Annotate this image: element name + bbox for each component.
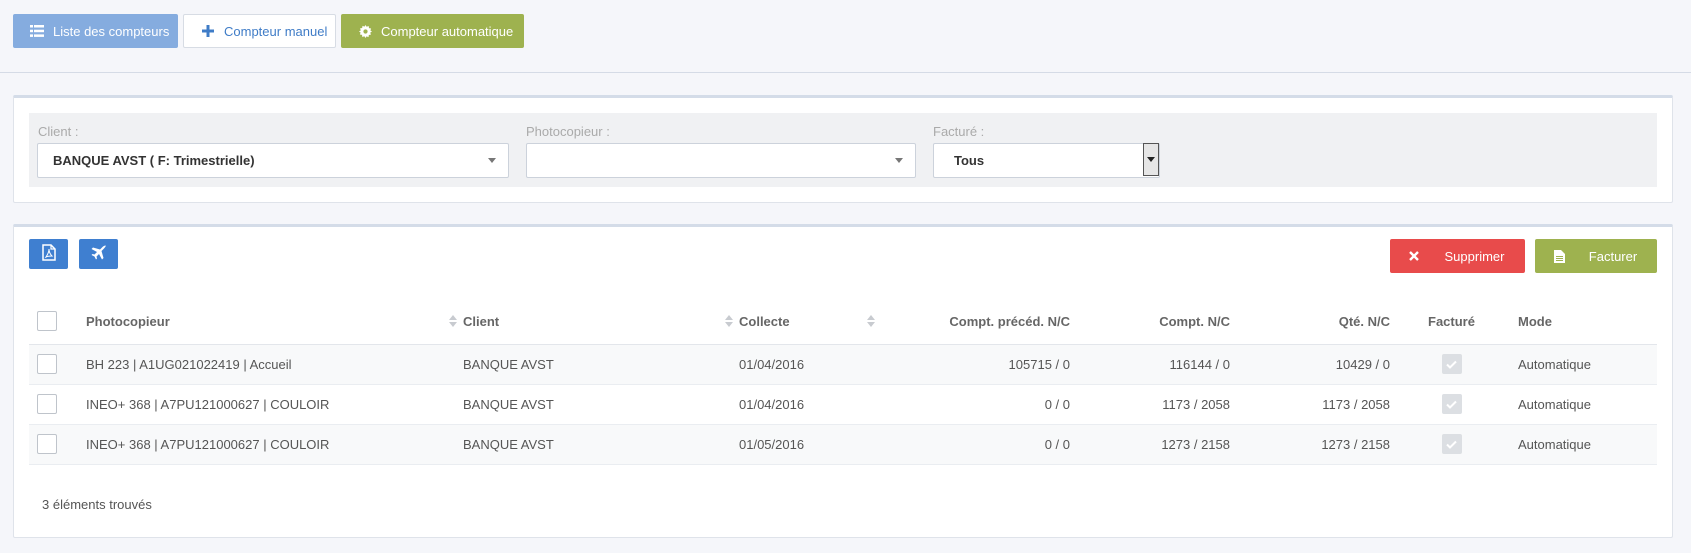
gear-icon bbox=[357, 23, 373, 39]
cell-qte: 1273 / 2158 bbox=[1238, 424, 1398, 465]
chevron-down-icon bbox=[488, 158, 496, 163]
cell-compt: 116144 / 0 bbox=[1078, 344, 1238, 385]
cell-facture bbox=[1398, 384, 1505, 425]
supprimer-label: Supprimer bbox=[1444, 249, 1505, 264]
table-row: INEO+ 368 | A7PU121000627 | COULOIR BANQ… bbox=[29, 384, 1657, 425]
list-icon bbox=[29, 23, 45, 39]
compteur-automatique-button[interactable]: Compteur automatique bbox=[341, 14, 524, 48]
header-qte: Qté. N/C bbox=[1238, 299, 1398, 345]
cell-photocopieur: BH 223 | A1UG021022419 | Accueil bbox=[86, 344, 463, 385]
client-select[interactable]: BANQUE AVST ( F: Trimestrielle) bbox=[37, 143, 509, 178]
dropdown-arrow-icon[interactable] bbox=[1143, 143, 1159, 176]
row-checkbox[interactable] bbox=[37, 354, 57, 374]
filter-bar: Client : BANQUE AVST ( F: Trimestrielle)… bbox=[29, 113, 1657, 187]
sort-icon[interactable] bbox=[867, 315, 875, 329]
client-filter-label: Client : bbox=[38, 124, 79, 139]
liste-compteurs-button[interactable]: Liste des compteurs bbox=[13, 14, 178, 48]
facture-select-value: Tous bbox=[954, 153, 985, 168]
liste-compteurs-label: Liste des compteurs bbox=[53, 23, 170, 39]
facture-checkbox bbox=[1441, 434, 1462, 454]
cell-mode: Automatique bbox=[1505, 384, 1657, 425]
cell-facture bbox=[1398, 344, 1505, 385]
compteurs-list-panel: Supprimer Facturer Photocopieur Client C… bbox=[13, 224, 1673, 538]
cell-client: BANQUE AVST bbox=[463, 424, 739, 465]
top-toolbar: Liste des compteurs Compteur manuel Comp… bbox=[0, 0, 1691, 73]
table-row: BH 223 | A1UG021022419 | Accueil BANQUE … bbox=[29, 344, 1657, 385]
facture-filter-label: Facturé : bbox=[933, 124, 985, 139]
results-count: 3 éléments trouvés bbox=[42, 497, 152, 512]
header-compt: Compt. N/C bbox=[1078, 299, 1238, 345]
row-checkbox[interactable] bbox=[37, 434, 57, 454]
document-icon bbox=[1551, 248, 1567, 264]
facture-select[interactable]: Tous bbox=[933, 143, 1160, 178]
table-header-row: Photocopieur Client Collecte Compt. préc… bbox=[29, 299, 1657, 345]
cell-mode: Automatique bbox=[1505, 344, 1657, 385]
facture-checkbox bbox=[1441, 354, 1462, 374]
cell-client: BANQUE AVST bbox=[463, 344, 739, 385]
table-row: INEO+ 368 | A7PU121000627 | COULOIR BANQ… bbox=[29, 424, 1657, 465]
chevron-down-icon bbox=[895, 158, 903, 163]
header-client-label: Client bbox=[463, 313, 500, 329]
cell-client: BANQUE AVST bbox=[463, 384, 739, 425]
header-collecte[interactable]: Collecte bbox=[739, 299, 881, 345]
sort-icon[interactable] bbox=[725, 315, 733, 329]
client-select-value: BANQUE AVST ( F: Trimestrielle) bbox=[53, 153, 255, 168]
header-photocopieur[interactable]: Photocopieur bbox=[86, 299, 463, 345]
facturer-label: Facturer bbox=[1588, 249, 1638, 264]
row-select-cell bbox=[29, 384, 86, 425]
sort-icon[interactable] bbox=[449, 315, 457, 329]
close-icon bbox=[1406, 248, 1422, 264]
header-client[interactable]: Client bbox=[463, 299, 739, 345]
cell-photocopieur: INEO+ 368 | A7PU121000627 | COULOIR bbox=[86, 384, 463, 425]
plane-icon bbox=[91, 244, 107, 264]
plus-icon bbox=[200, 23, 216, 39]
cell-compt: 1273 / 2158 bbox=[1078, 424, 1238, 465]
cell-compt-preced: 105715 / 0 bbox=[881, 344, 1078, 385]
facture-checkbox bbox=[1441, 394, 1462, 414]
row-select-cell bbox=[29, 344, 86, 385]
facturer-button[interactable]: Facturer bbox=[1535, 239, 1657, 273]
select-all-cell bbox=[29, 299, 86, 345]
cell-qte: 1173 / 2058 bbox=[1238, 384, 1398, 425]
header-photocopieur-label: Photocopieur bbox=[86, 313, 170, 329]
pdf-file-icon bbox=[41, 244, 56, 264]
select-all-checkbox[interactable] bbox=[37, 311, 57, 332]
photocopieur-select[interactable] bbox=[526, 143, 916, 178]
compteurs-table: Photocopieur Client Collecte Compt. préc… bbox=[29, 299, 1657, 465]
header-facture: Facturé bbox=[1398, 299, 1505, 345]
cell-collecte: 01/04/2016 bbox=[739, 384, 881, 425]
cell-facture bbox=[1398, 424, 1505, 465]
compteur-manuel-button[interactable]: Compteur manuel bbox=[183, 14, 336, 48]
compteur-automatique-label: Compteur automatique bbox=[381, 23, 514, 39]
cell-mode: Automatique bbox=[1505, 424, 1657, 465]
photocopieur-filter-label: Photocopieur : bbox=[526, 124, 610, 139]
cell-photocopieur: INEO+ 368 | A7PU121000627 | COULOIR bbox=[86, 424, 463, 465]
header-mode: Mode bbox=[1505, 299, 1657, 345]
send-button[interactable] bbox=[79, 239, 118, 269]
row-checkbox[interactable] bbox=[37, 394, 57, 414]
cell-qte: 10429 / 0 bbox=[1238, 344, 1398, 385]
header-compt-preced: Compt. précéd. N/C bbox=[881, 299, 1078, 345]
cell-compt: 1173 / 2058 bbox=[1078, 384, 1238, 425]
cell-compt-preced: 0 / 0 bbox=[881, 424, 1078, 465]
supprimer-button[interactable]: Supprimer bbox=[1390, 239, 1525, 273]
filter-panel: Client : BANQUE AVST ( F: Trimestrielle)… bbox=[13, 95, 1673, 203]
header-collecte-label: Collecte bbox=[739, 313, 790, 329]
cell-collecte: 01/05/2016 bbox=[739, 424, 881, 465]
cell-compt-preced: 0 / 0 bbox=[881, 384, 1078, 425]
row-select-cell bbox=[29, 424, 86, 465]
cell-collecte: 01/04/2016 bbox=[739, 344, 881, 385]
compteur-manuel-label: Compteur manuel bbox=[224, 23, 328, 39]
export-pdf-button[interactable] bbox=[29, 239, 68, 269]
